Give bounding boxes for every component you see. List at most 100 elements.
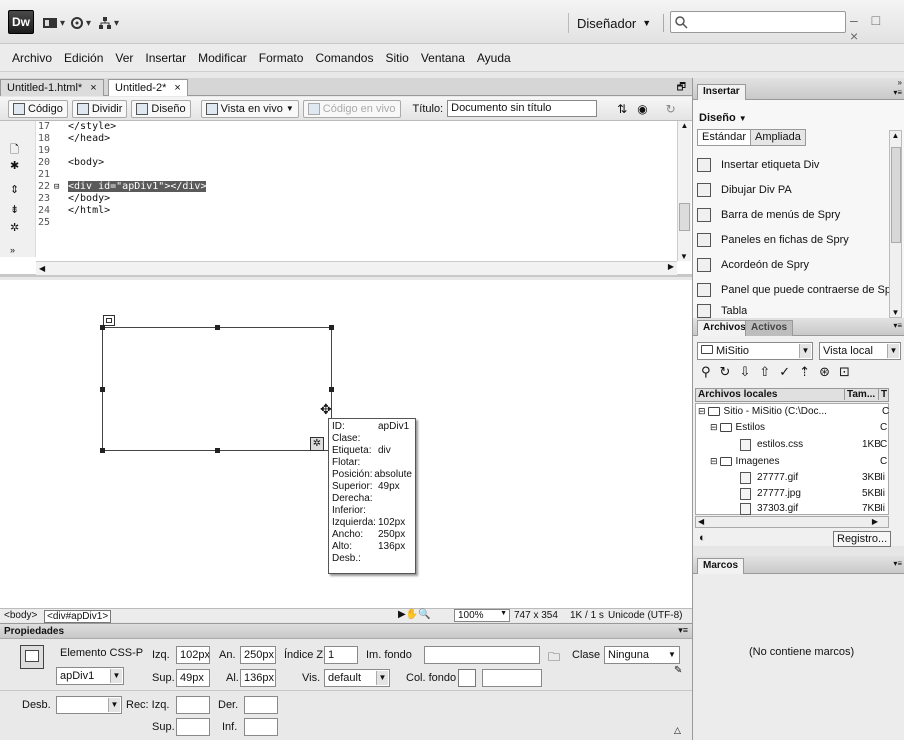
resize-handle[interactable] (100, 325, 105, 330)
tree-row-file[interactable]: 27777.gif 3KB Ii (740, 470, 885, 485)
left-field[interactable]: 102px (176, 646, 210, 664)
collapse-tag-icon[interactable]: ✱ (10, 159, 19, 172)
close-icon[interactable]: × (174, 82, 180, 94)
menu-archivo[interactable]: Archivo (6, 51, 58, 65)
files-hscroll[interactable]: ◀ ▶ (695, 516, 889, 528)
tag-selector-div[interactable]: <div#apDiv1> (44, 610, 112, 623)
insert-item-div[interactable]: Insertar etiqueta Div (697, 154, 819, 176)
menu-ver[interactable]: Ver (109, 51, 139, 65)
tree-row-file[interactable]: estilos.css 1KB C (740, 437, 887, 452)
col-type[interactable]: T (878, 389, 887, 400)
tag-selector-body[interactable]: <body> (4, 610, 37, 621)
site-menu[interactable]: ▾ (98, 14, 119, 32)
tab-insertar[interactable]: Insertar (697, 84, 746, 100)
tree-row-folder[interactable]: ⊟ Imagenes C (710, 454, 887, 469)
bg-color-swatch[interactable] (458, 669, 476, 687)
insert-item-ap-div[interactable]: Dibujar Div PA (697, 179, 792, 201)
tab-ampliada[interactable]: Ampliada (750, 129, 806, 146)
collapse-selection-icon[interactable]: ⇕ (10, 183, 19, 196)
visibility-select[interactable]: default ▼ (324, 669, 390, 687)
panel-options-icon[interactable]: ▾≡ (893, 321, 902, 330)
col-size[interactable]: Tam... (844, 389, 875, 400)
restore-icon[interactable]: 🗗 (677, 80, 686, 97)
insert-item-spry-menu[interactable]: Barra de menús de Spry (697, 204, 840, 226)
tab-untitled-2[interactable]: Untitled-2* × (108, 79, 188, 96)
frames-panel-header[interactable]: Marcos ▾≡ (693, 556, 904, 574)
window-size[interactable]: 747 x 354 (514, 610, 558, 621)
design-view-button[interactable]: Diseño (131, 99, 191, 118)
resize-handle[interactable] (215, 325, 220, 330)
menu-modificar[interactable]: Modificar (192, 51, 253, 65)
open-documents-icon[interactable]: 🗋 (10, 141, 19, 160)
insert-category-select[interactable]: Diseño ▼ (699, 112, 747, 124)
expand-all-icon[interactable]: ⇟ (10, 203, 19, 216)
code-horizontal-scrollbar[interactable]: ◀ ▶ (36, 261, 677, 275)
insert-panel-header[interactable]: Insertar » ▾≡ (693, 78, 904, 100)
height-field[interactable]: 136px (240, 669, 276, 687)
tree-row-folder[interactable]: ⊟ Estilos C (710, 420, 887, 435)
search-input[interactable] (670, 11, 846, 33)
preview-icon[interactable]: ◉ (637, 102, 647, 116)
code-view[interactable]: 🗋 ✱ ⇕ ⇟ ✲ » 17 </style> 18 </head> 19 20 <b… (0, 121, 692, 277)
ap-div-box[interactable] (100, 325, 334, 453)
select-parent-icon[interactable]: ✲ (10, 221, 19, 234)
clip-bottom-field[interactable] (244, 718, 278, 736)
browser-check-icon[interactable]: ⇅ (617, 102, 627, 116)
width-field[interactable]: 250px (240, 646, 276, 664)
menu-edicion[interactable]: Edición (58, 51, 109, 65)
design-view[interactable]: ✥ ✲ ID: apDiv1 Clase: Etiqueta: div Flotar… (0, 280, 692, 608)
code-view-button[interactable]: Código (8, 99, 68, 118)
properties-header[interactable]: Propiedades ▾≡ (0, 623, 692, 639)
tab-untitled-1[interactable]: Untitled-1.html* × (0, 79, 104, 96)
tree-row-file[interactable]: 37303.gif 7KB Ii (740, 501, 885, 516)
menu-ayuda[interactable]: Ayuda (471, 51, 517, 65)
clip-left-field[interactable] (176, 696, 210, 714)
layout-menu[interactable]: ▾ (42, 14, 65, 32)
resize-handle[interactable] (100, 387, 105, 392)
collapse-properties-icon[interactable]: △ (674, 725, 681, 736)
id-select[interactable]: apDiv1 ▼ (56, 667, 124, 685)
overflow-select[interactable]: ▼ (56, 696, 122, 714)
edit-rule-icon[interactable]: ✎ (674, 665, 682, 676)
tab-estandar[interactable]: Estándar (697, 129, 752, 146)
collapse-icon[interactable]: » (898, 78, 902, 87)
resize-handle[interactable] (329, 325, 334, 330)
split-view-button[interactable]: Dividir (71, 99, 128, 118)
menu-sitio[interactable]: Sitio (379, 51, 414, 65)
insert-item-spry-collapsible[interactable]: Panel que puede contraerse de Spry (697, 279, 900, 301)
log-button[interactable]: Registro... (833, 531, 892, 547)
tab-activos[interactable]: Activos (745, 320, 794, 336)
close-icon[interactable]: × (90, 82, 96, 94)
title-input[interactable]: Documento sin título (447, 100, 598, 117)
files-toolbar[interactable]: ⚲↻⇩⇧✓⇡⊛⊡ (701, 364, 859, 380)
menu-ventana[interactable]: Ventana (415, 51, 471, 65)
bg-color-field[interactable] (482, 669, 542, 687)
site-select[interactable]: MiSitio ▼ (697, 342, 813, 360)
panel-options-icon[interactable]: ▾≡ (893, 559, 902, 568)
insert-item-table[interactable]: Tabla (697, 304, 747, 318)
resize-handle[interactable] (100, 448, 105, 453)
menu-formato[interactable]: Formato (253, 51, 310, 65)
tab-marcos[interactable]: Marcos (697, 558, 745, 574)
tab-archivos[interactable]: Archivos (697, 320, 752, 336)
live-view-button[interactable]: Vista en vivo ▼ (200, 99, 299, 118)
menu-insertar[interactable]: Insertar (139, 51, 192, 65)
more-tools-icon[interactable]: » (10, 245, 15, 255)
insert-item-spry-tabs[interactable]: Paneles en fichas de Spry (697, 229, 849, 251)
tree-row-file[interactable]: 27777.jpg 5KB Ii (740, 486, 885, 501)
folder-icon[interactable]: 🗀 (548, 648, 560, 669)
panel-options-icon[interactable]: ▾≡ (678, 625, 688, 636)
insert-scrollbar[interactable]: ▲ ▼ (889, 130, 902, 318)
window-controls[interactable]: – □ × (850, 12, 904, 44)
menu-comandos[interactable]: Comandos (309, 51, 379, 65)
clip-right-field[interactable] (244, 696, 278, 714)
insert-item-spry-accordion[interactable]: Acordeón de Spry (697, 254, 809, 276)
files-table-header[interactable]: Archivos locales Tam... T (695, 388, 889, 402)
view-select[interactable]: Vista local ▼ (819, 342, 901, 360)
files-panel-header[interactable]: Archivos Activos ▾≡ (693, 318, 904, 336)
col-local-files[interactable]: Archivos locales (698, 389, 777, 400)
zindex-field[interactable]: 1 (324, 646, 358, 664)
live-code-button[interactable]: Código en vivo (302, 99, 401, 118)
panel-options-icon[interactable]: ▾≡ (893, 88, 902, 97)
workspace-switcher[interactable]: Diseñador ▼ (568, 13, 665, 33)
